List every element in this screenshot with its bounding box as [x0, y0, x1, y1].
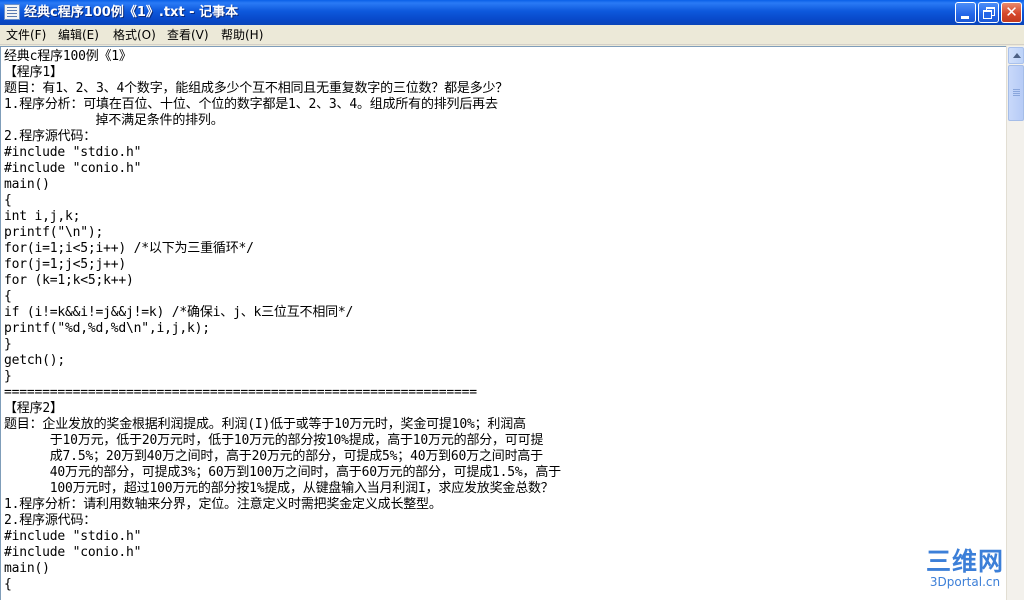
- text-line[interactable]: printf("%d,%d,%d\n",i,j,k);: [4, 321, 1004, 337]
- text-line[interactable]: #include "stdio.h": [4, 145, 1004, 161]
- text-line[interactable]: 2.程序源代码：: [4, 513, 1004, 529]
- menu-edit[interactable]: 编辑(E): [58, 27, 99, 43]
- text-editor[interactable]: 经典c程序100例《1》 【程序1】 题目：有1、2、3、4个数字，能组成多少个互不…: [0, 46, 1006, 600]
- text-line[interactable]: }: [4, 369, 1004, 385]
- notepad-window: 经典c程序100例《1》.txt - 记事本 ✕ 文件(F) 编辑(E) 格式(…: [0, 0, 1024, 600]
- text-line[interactable]: main(): [4, 561, 1004, 577]
- text-line[interactable]: 100万元时，超过100万元的部分按1%提成，从键盘输入当月利润I，求应发放奖金…: [4, 481, 1004, 497]
- window-title: 经典c程序100例《1》.txt - 记事本: [24, 5, 239, 20]
- text-line[interactable]: #include "conio.h": [4, 545, 1004, 561]
- title-bar[interactable]: 经典c程序100例《1》.txt - 记事本 ✕: [0, 0, 1024, 25]
- menu-format[interactable]: 格式(O): [113, 27, 156, 43]
- watermark-logo: 三维网 3Dportal.cn: [920, 548, 1010, 598]
- text-line[interactable]: 题目：有1、2、3、4个数字，能组成多少个互不相同且无重复数字的三位数？都是多少…: [4, 81, 1004, 97]
- text-line[interactable]: 40万元的部分，可提成3%；60万到100万之间时，高于60万元的部分，可提成1…: [4, 465, 1004, 481]
- text-line[interactable]: if (i!=k&&i!=j&&j!=k) /*确保i、j、k三位互不相同*/: [4, 305, 1004, 321]
- minimize-icon: [961, 16, 969, 19]
- text-line[interactable]: {: [4, 577, 1004, 593]
- watermark-logo-text: 三维网: [925, 547, 1004, 576]
- scroll-up-button[interactable]: [1008, 47, 1024, 64]
- text-line[interactable]: 【程序2】: [4, 401, 1004, 417]
- text-line[interactable]: main(): [4, 177, 1004, 193]
- text-line[interactable]: {: [4, 289, 1004, 305]
- text-line[interactable]: 1.程序分析：请利用数轴来分界，定位。注意定义时需把奖金定义成长整型。: [4, 497, 1004, 513]
- text-line[interactable]: #include "conio.h": [4, 161, 1004, 177]
- menu-help[interactable]: 帮助(H): [221, 27, 263, 43]
- text-line[interactable]: for(j=1;j<5;j++): [4, 257, 1004, 273]
- text-line[interactable]: 题目：企业发放的奖金根据利润提成。利润(I)低于或等于10万元时，奖金可提10%…: [4, 417, 1004, 433]
- restore-button[interactable]: [978, 2, 999, 23]
- notepad-icon[interactable]: [4, 4, 20, 20]
- vertical-scrollbar[interactable]: [1006, 46, 1024, 600]
- text-line[interactable]: getch();: [4, 353, 1004, 369]
- menu-file[interactable]: 文件(F): [6, 27, 46, 43]
- text-line[interactable]: 1.程序分析：可填在百位、十位、个位的数字都是1、2、3、4。组成所有的排列后再…: [4, 97, 1004, 113]
- text-line[interactable]: for(i=1;i<5;i++) /*以下为三重循环*/: [4, 241, 1004, 257]
- text-content[interactable]: 经典c程序100例《1》 【程序1】 题目：有1、2、3、4个数字，能组成多少个互不…: [4, 49, 1004, 593]
- grip-line: [1013, 93, 1020, 94]
- restore-icon-front: [983, 10, 992, 19]
- text-line[interactable]: }: [4, 337, 1004, 353]
- close-icon: ✕: [1005, 3, 1018, 21]
- grip-line: [1013, 89, 1020, 90]
- grip-line: [1013, 95, 1020, 96]
- text-line[interactable]: 2.程序源代码：: [4, 129, 1004, 145]
- text-line[interactable]: ========================================…: [4, 385, 1004, 401]
- text-line[interactable]: 掉不满足条件的排列。: [4, 113, 1004, 129]
- scroll-thumb[interactable]: [1008, 65, 1024, 121]
- text-line[interactable]: printf("\n");: [4, 225, 1004, 241]
- text-line[interactable]: 于10万元，低于20万元时，低于10万元的部分按10%提成，高于10万元的部分，…: [4, 433, 1004, 449]
- text-line[interactable]: 经典c程序100例《1》: [4, 49, 1004, 65]
- menu-bar: 文件(F) 编辑(E) 格式(O) 查看(V) 帮助(H): [0, 25, 1024, 45]
- minimize-button[interactable]: [955, 2, 976, 23]
- menu-view[interactable]: 查看(V): [167, 27, 209, 43]
- text-line[interactable]: int i,j,k;: [4, 209, 1004, 225]
- text-line[interactable]: for (k=1;k<5;k++): [4, 273, 1004, 289]
- text-line[interactable]: {: [4, 193, 1004, 209]
- text-line[interactable]: 成7.5%；20万到40万之间时，高于20万元的部分，可提成5%；40万到60万…: [4, 449, 1004, 465]
- arrow-up-icon: [1013, 53, 1021, 58]
- text-line[interactable]: #include "stdio.h": [4, 529, 1004, 545]
- close-button[interactable]: ✕: [1001, 2, 1022, 23]
- text-line[interactable]: 【程序1】: [4, 65, 1004, 81]
- watermark-url: 3Dportal.cn: [929, 575, 1001, 589]
- grip-line: [1013, 91, 1020, 92]
